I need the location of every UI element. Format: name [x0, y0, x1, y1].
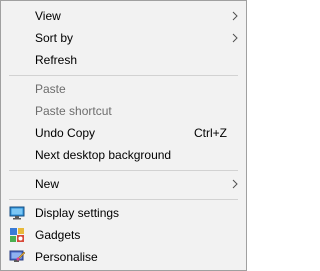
menu-item-next-desktop-background[interactable]: Next desktop background: [3, 144, 244, 166]
menu-item-label: Undo Copy: [35, 126, 96, 140]
personalise-icon: [9, 250, 25, 262]
chevron-right-icon: [232, 33, 238, 43]
menu-item-refresh[interactable]: Refresh: [3, 49, 244, 71]
menu-separator: [9, 170, 238, 171]
menu-item-label: New: [35, 177, 60, 191]
gadgets-icon: [10, 228, 24, 242]
menu-item-label: Refresh: [35, 53, 78, 67]
menu-item-label: Personalise: [35, 250, 98, 264]
desktop-context-menu: View Sort by Refresh Paste Paste shortcu…: [0, 0, 247, 271]
menu-item-display-settings[interactable]: Display settings: [3, 202, 244, 224]
menu-item-label: View: [35, 9, 61, 23]
menu-item-undo-copy[interactable]: Undo Copy Ctrl+Z: [3, 122, 244, 144]
menu-item-gadgets[interactable]: Gadgets: [3, 224, 244, 246]
menu-separator: [9, 199, 238, 200]
chevron-right-icon: [232, 11, 238, 21]
menu-item-shortcut: Ctrl+Z: [194, 126, 227, 140]
menu-item-label: Sort by: [35, 31, 74, 45]
menu-item-personalise[interactable]: Personalise: [3, 246, 244, 268]
menu-item-paste-shortcut[interactable]: Paste shortcut: [3, 100, 244, 122]
menu-item-sort-by[interactable]: Sort by: [3, 27, 244, 49]
menu-item-label: Paste shortcut: [35, 104, 112, 118]
menu-item-label: Next desktop background: [35, 148, 172, 162]
menu-item-paste[interactable]: Paste: [3, 78, 244, 100]
menu-item-new[interactable]: New: [3, 173, 244, 195]
menu-item-label: Display settings: [35, 206, 120, 220]
menu-item-view[interactable]: View: [3, 5, 244, 27]
chevron-right-icon: [232, 179, 238, 189]
menu-item-label: Gadgets: [35, 228, 81, 242]
menu-item-label: Paste: [35, 82, 66, 96]
display-settings-icon: [9, 206, 25, 220]
menu-separator: [9, 75, 238, 76]
